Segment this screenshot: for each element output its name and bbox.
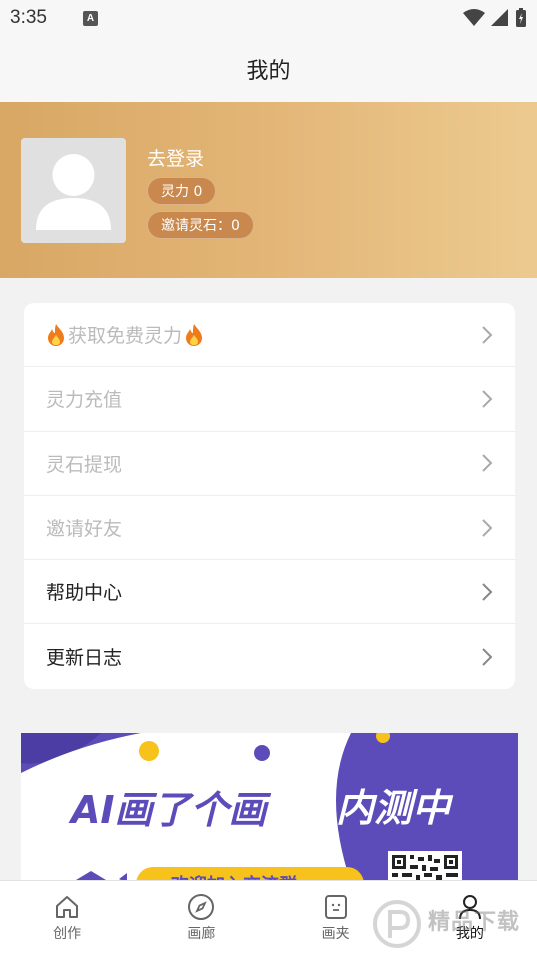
nav-label: 画夹 [321, 926, 350, 942]
status-time: 3:35 [10, 7, 47, 28]
menu-item-label: 灵石提现 [46, 453, 123, 476]
chevron-right-icon [481, 453, 493, 473]
menu-item-label: 灵力充值 [46, 389, 123, 412]
status-icons [463, 8, 527, 28]
battery-icon [516, 8, 526, 27]
banner-beta-label: 内测中 [336, 786, 454, 830]
menu-item-label: 帮助中心 [46, 582, 123, 605]
banner-dot [139, 741, 159, 761]
signal-icon [491, 9, 508, 26]
status-bar: 3:35 A [0, 0, 537, 36]
menu-item-help-center[interactable]: 帮助中心 [24, 560, 515, 625]
menu-item-label: 邀请好友 [46, 518, 123, 541]
menu-item-free-power[interactable]: 获取免费灵力 [24, 303, 515, 368]
banner-artwork: AI画了个画 内测中 欢迎加入交流群 [21, 733, 518, 883]
chevron-right-icon [481, 647, 493, 667]
flame-icon [48, 323, 64, 346]
menu-card: 获取免费灵力 灵力充值 灵石提现 邀请好友 帮助中心 更新日志 [24, 303, 515, 689]
nav-label: 画廊 [187, 926, 216, 942]
chevron-right-icon [481, 325, 493, 345]
wifi-icon [463, 9, 485, 26]
menu-item-withdraw[interactable]: 灵石提现 [24, 432, 515, 496]
nav-tab-gallery[interactable]: 画廊 [134, 881, 268, 956]
promo-banner[interactable]: AI画了个画 内测中 欢迎加入交流群 [21, 733, 518, 883]
profile-section: 去登录 灵力 0 邀请灵石：0 [0, 102, 537, 278]
menu-item-text: 获取免费灵力 [68, 325, 183, 348]
nav-tab-folder[interactable]: 画夹 [269, 881, 403, 956]
nav-label: 我的 [455, 926, 484, 942]
user-icon [458, 895, 481, 920]
menu-item-invite-friends[interactable]: 邀请好友 [24, 496, 515, 561]
notification-icon: A [82, 10, 98, 26]
header: 我的 [0, 36, 537, 102]
chevron-right-icon [481, 518, 493, 538]
flame-icon [186, 323, 203, 346]
chevron-right-icon [481, 389, 493, 409]
home-icon [56, 896, 79, 918]
menu-item-label: 获取免费灵力 [46, 321, 204, 348]
menu-item-label: 更新日志 [46, 647, 123, 670]
compass-icon [188, 894, 215, 920]
menu-item-recharge[interactable]: 灵力充值 [24, 367, 515, 432]
avatar[interactable] [21, 138, 126, 243]
folder-icon [324, 895, 347, 919]
bottom-nav: 创作 画廊 画夹 我的 [0, 880, 537, 956]
default-avatar-icon [21, 138, 126, 243]
page-title: 我的 [246, 59, 291, 84]
invite-stones-badge: 邀请灵石：0 [147, 211, 254, 239]
login-link[interactable]: 去登录 [147, 144, 204, 171]
banner-dot [254, 745, 270, 761]
banner-app-name: AI画了个画 [68, 788, 272, 832]
chevron-right-icon [481, 582, 493, 602]
nav-tab-create[interactable]: 创作 [0, 881, 134, 956]
nav-label: 创作 [53, 926, 82, 942]
nav-tab-mine[interactable]: 我的 [403, 881, 537, 956]
spirit-power-badge: 灵力 0 [147, 177, 217, 205]
menu-item-changelog[interactable]: 更新日志 [24, 624, 515, 688]
